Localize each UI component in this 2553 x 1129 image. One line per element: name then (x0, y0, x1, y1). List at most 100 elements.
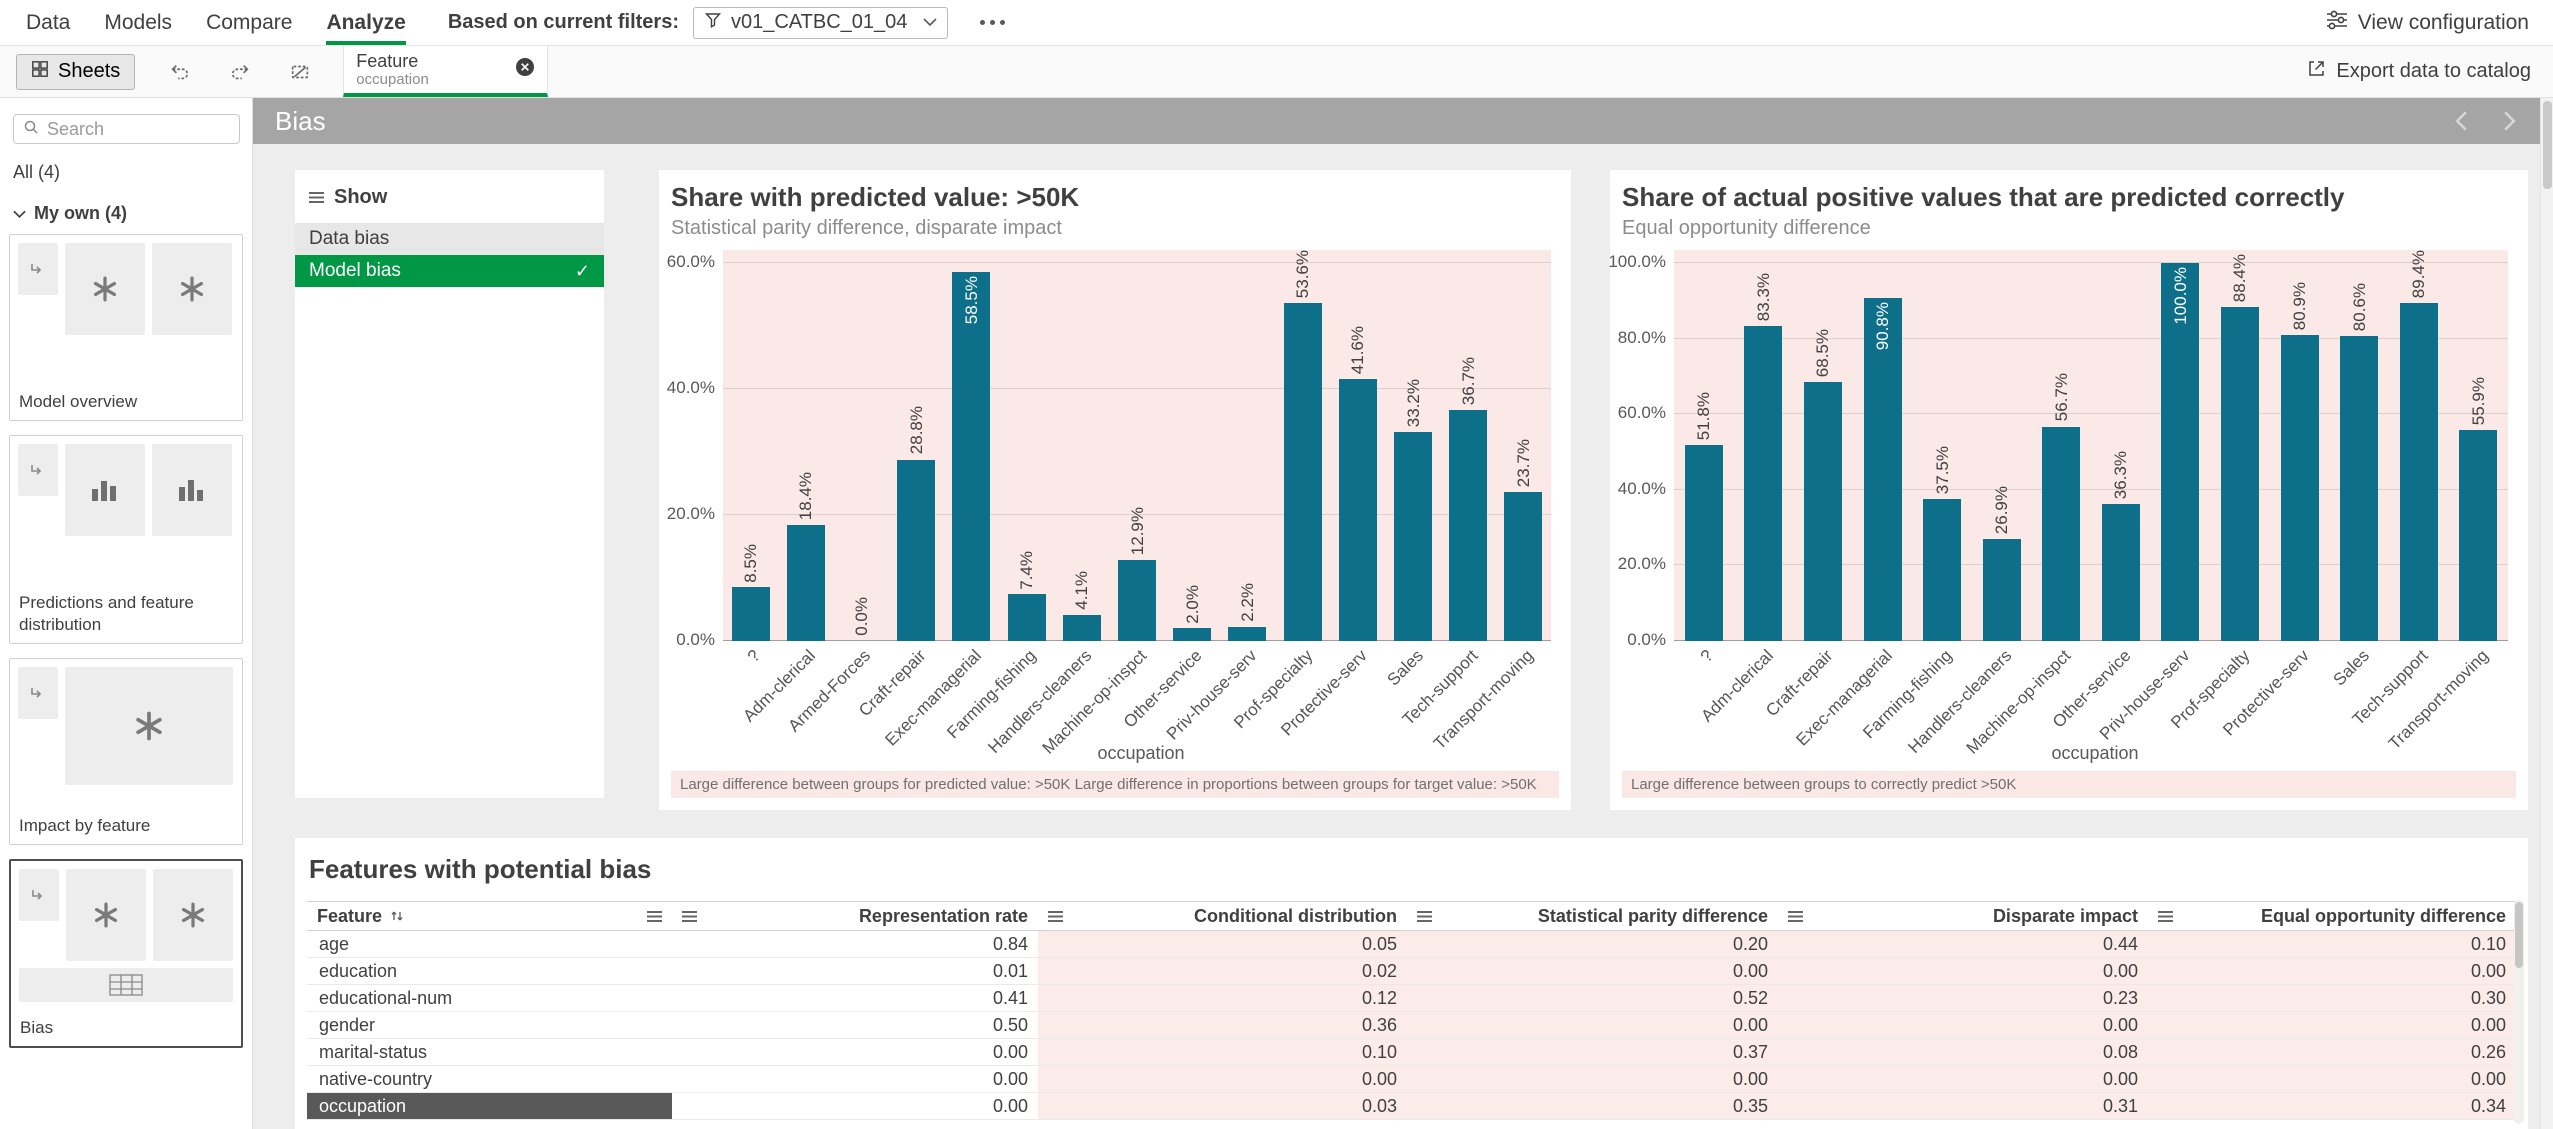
bar-Sales[interactable]: 33.2% (1385, 250, 1440, 641)
column-header-statistical-parity-difference[interactable]: Statistical parity difference (1407, 902, 1778, 930)
step-forward-icon[interactable] (223, 55, 257, 89)
y-axis-tick: 20.0% (667, 504, 715, 524)
menu-icon[interactable] (309, 192, 324, 203)
bar-value-label: 2.2% (1220, 583, 1275, 622)
sheet-card-bias[interactable]: Bias (9, 859, 243, 1048)
feature-cell[interactable]: occupation (307, 1093, 672, 1119)
y-axis-tick: 40.0% (1618, 479, 1666, 499)
bar-rect (1008, 594, 1046, 641)
bar-Farming-fishing[interactable]: 37.5% (1912, 250, 1972, 641)
bar-Handlers-cleaners[interactable]: 26.9% (1972, 250, 2032, 641)
sheet-card-model-overview[interactable]: Model overview (9, 234, 243, 421)
bar-Adm-clerical[interactable]: 83.3% (1734, 250, 1794, 641)
bar-Protective-serv[interactable]: 80.9% (2270, 250, 2330, 641)
clear-selections-icon[interactable] (283, 55, 317, 89)
sort-icon[interactable] (390, 909, 404, 923)
bar-Craft-repair[interactable]: 68.5% (1793, 250, 1853, 641)
star-placeholder-icon (65, 243, 145, 335)
value-cell: 0.10 (2148, 931, 2516, 957)
feature-cell[interactable]: marital-status (307, 1039, 672, 1065)
sheet-label: Impact by feature (10, 811, 242, 844)
column-menu-icon[interactable] (2158, 911, 2173, 922)
value-cell: 0.44 (1778, 931, 2148, 957)
search-input[interactable] (47, 119, 253, 140)
bar-rect (2281, 335, 2319, 641)
nav-tab-analyze[interactable]: Analyze (326, 0, 405, 45)
page-scrollbar[interactable] (2540, 98, 2553, 1129)
bar-value-label: 18.4% (778, 472, 833, 520)
show-option-data-bias[interactable]: Data bias (295, 223, 604, 255)
bar-Protective-serv[interactable]: 41.6% (1330, 250, 1385, 641)
sheets-button[interactable]: Sheets (16, 54, 135, 90)
chevron-right-icon[interactable] (2496, 106, 2522, 136)
feature-cell[interactable]: educational-num (307, 985, 672, 1011)
sheet-card-impact-by-feature[interactable]: Impact by feature (9, 658, 243, 845)
column-menu-icon[interactable] (682, 911, 697, 922)
bar-Prof-specialty[interactable]: 53.6% (1275, 250, 1330, 641)
group-my-own[interactable]: My own (4) (13, 203, 239, 224)
chart-equal-opportunity: Share of actual positive values that are… (1610, 170, 2528, 810)
bar-Exec-managerial[interactable]: 90.8% (1853, 250, 1913, 641)
bar-Machine-op-inspct[interactable]: 56.7% (2031, 250, 2091, 641)
view-configuration-button[interactable]: View configuration (2326, 0, 2553, 45)
bar-Armed-Forces[interactable]: 0.0% (833, 250, 888, 641)
feature-cell[interactable]: education (307, 958, 672, 984)
clear-selection-icon[interactable] (515, 57, 535, 82)
bar-Farming-fishing[interactable]: 7.4% (999, 250, 1054, 641)
table-scrollbar[interactable] (2514, 900, 2524, 1124)
current-filters-dropdown[interactable]: v01_CATBC_01_04 (693, 7, 948, 39)
column-header-equal-opportunity-difference[interactable]: Equal opportunity difference (2148, 902, 2516, 930)
column-menu-icon[interactable] (1048, 911, 1063, 922)
export-data-button[interactable]: Export data to catalog (2306, 46, 2553, 97)
bar-Other-service[interactable]: 36.3% (2091, 250, 2151, 641)
column-menu-icon[interactable] (1417, 911, 1432, 922)
step-back-icon[interactable] (163, 55, 197, 89)
bar-Exec-managerial[interactable]: 58.5% (944, 250, 999, 641)
column-header-disparate-impact[interactable]: Disparate impact (1778, 902, 2148, 930)
feature-cell[interactable]: native-country (307, 1066, 672, 1092)
bar-?[interactable]: 8.5% (723, 250, 778, 641)
nav-tab-models[interactable]: Models (104, 0, 172, 45)
bar-rect (2042, 427, 2080, 641)
bar-rect: 100.0% (2161, 263, 2199, 641)
primary-nav: Data Models Compare Analyze (0, 0, 406, 45)
bar-Sales[interactable]: 80.6% (2329, 250, 2389, 641)
nav-tab-compare[interactable]: Compare (206, 0, 292, 45)
bar-value-label: 58.5% (952, 276, 990, 324)
bar-Priv-house-serv[interactable]: 2.2% (1220, 250, 1275, 641)
bar-Prof-specialty[interactable]: 88.4% (2210, 250, 2270, 641)
bar-Other-service[interactable]: 2.0% (1165, 250, 1220, 641)
filter-pane-icon (18, 243, 58, 295)
bar-value-label: 68.5% (1793, 329, 1853, 377)
selection-chip-feature[interactable]: Feature occupation (343, 46, 548, 97)
bar-Tech-support[interactable]: 89.4% (2389, 250, 2449, 641)
bar-Transport-moving[interactable]: 23.7% (1496, 250, 1551, 641)
bar-value-label: 90.8% (1864, 302, 1902, 350)
sheet-card-predictions[interactable]: Predictions and feature distribution (9, 435, 243, 644)
bar-value-label: 28.8% (889, 406, 944, 454)
bar-Adm-clerical[interactable]: 18.4% (778, 250, 833, 641)
plot-zone: 0.0%20.0%40.0%60.0%8.5%18.4%0.0%28.8%58.… (671, 250, 1559, 764)
feature-cell[interactable]: gender (307, 1012, 672, 1038)
column-menu-icon[interactable] (647, 911, 662, 922)
bar-Tech-support[interactable]: 36.7% (1441, 250, 1496, 641)
feature-cell[interactable]: age (307, 931, 672, 957)
bar-Priv-house-serv[interactable]: 100.0% (2151, 250, 2211, 641)
column-header-conditional-distribution[interactable]: Conditional distribution (1038, 902, 1407, 930)
features-table: FeatureRepresentation rateConditional di… (307, 901, 2516, 1120)
page-title: Bias (275, 106, 326, 137)
column-menu-icon[interactable] (1788, 911, 1803, 922)
column-header-feature[interactable]: Feature (307, 902, 672, 930)
bar-Craft-repair[interactable]: 28.8% (889, 250, 944, 641)
bar-Handlers-cleaners[interactable]: 4.1% (1054, 250, 1109, 641)
bar-?[interactable]: 51.8% (1674, 250, 1734, 641)
column-header-representation-rate[interactable]: Representation rate (672, 902, 1038, 930)
show-option-model-bias[interactable]: Model bias ✓ (295, 255, 604, 287)
more-options-button[interactable] (972, 12, 1013, 33)
y-axis-tick: 60.0% (1618, 403, 1666, 423)
nav-tab-data[interactable]: Data (26, 0, 70, 45)
sheet-thumbnail (10, 436, 242, 588)
bar-Transport-moving[interactable]: 55.9% (2449, 250, 2509, 641)
bar-Machine-op-inspct[interactable]: 12.9% (1109, 250, 1164, 641)
chevron-left-icon[interactable] (2448, 106, 2474, 136)
